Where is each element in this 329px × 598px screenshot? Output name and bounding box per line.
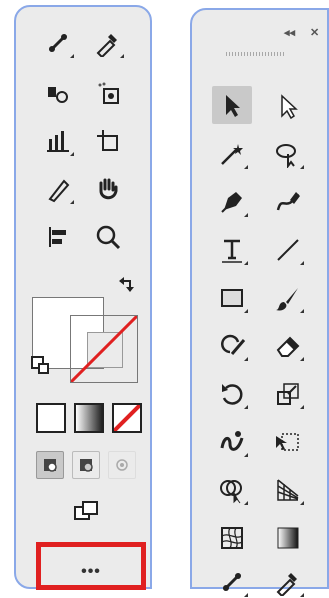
edit-toolbar-button[interactable]: ••• (36, 542, 146, 590)
change-screen-mode-icon[interactable] (70, 495, 102, 527)
close-icon[interactable]: ✕ (310, 26, 319, 39)
draw-behind-icon[interactable] (72, 451, 100, 479)
none-button[interactable] (112, 403, 142, 433)
blend-icon[interactable] (216, 566, 248, 598)
artboard-icon[interactable] (92, 125, 124, 157)
eyedropper-icon[interactable] (92, 27, 124, 59)
swap-fill-stroke-icon[interactable] (116, 275, 138, 297)
draw-normal-icon[interactable] (36, 451, 64, 479)
shaper-icon[interactable] (216, 330, 248, 362)
right-toolbar-panel: ◂◂ ✕ (190, 8, 329, 597)
shape-builder-icon[interactable] (216, 474, 248, 506)
stroke-swatch[interactable] (70, 315, 138, 383)
eraser-icon[interactable] (272, 330, 304, 362)
gradient-icon[interactable] (272, 522, 304, 554)
more-icon: ••• (81, 563, 101, 580)
hand-icon[interactable] (92, 173, 124, 205)
left-toolbar-panel: ••• (14, 5, 152, 590)
lasso-icon[interactable] (272, 138, 304, 170)
line-segment-icon[interactable] (272, 234, 304, 266)
mesh-icon[interactable] (216, 522, 248, 554)
symbol-sprayer-icon[interactable] (42, 77, 74, 109)
draw-inside-icon[interactable] (108, 451, 136, 479)
selection-icon[interactable] (212, 86, 252, 124)
eyedropper-icon[interactable] (272, 566, 304, 598)
panel-grip[interactable] (226, 52, 286, 56)
zoom-icon[interactable] (92, 221, 124, 253)
warp-icon[interactable] (216, 426, 248, 458)
rotate-icon[interactable] (216, 378, 248, 410)
curvature-icon[interactable] (272, 186, 304, 218)
align-icon[interactable] (42, 221, 74, 253)
default-fill-stroke-icon[interactable] (30, 355, 52, 377)
blend-icon[interactable] (42, 27, 74, 59)
perspective-grid-icon[interactable] (272, 474, 304, 506)
free-transform-icon[interactable] (272, 426, 304, 458)
pen-icon[interactable] (216, 186, 248, 218)
rectangle-icon[interactable] (216, 282, 248, 314)
gradient-button[interactable] (74, 403, 104, 433)
column-graph-icon[interactable] (42, 125, 74, 157)
direct-selection-icon[interactable] (272, 90, 304, 122)
type-icon[interactable] (216, 234, 248, 266)
color-button[interactable] (36, 403, 66, 433)
magic-wand-icon[interactable] (216, 138, 248, 170)
scale-icon[interactable] (272, 378, 304, 410)
collapse-icon[interactable]: ◂◂ (284, 26, 295, 39)
live-paint-bucket-icon[interactable] (92, 77, 124, 109)
slice-icon[interactable] (42, 173, 74, 205)
paintbrush-icon[interactable] (272, 282, 304, 314)
